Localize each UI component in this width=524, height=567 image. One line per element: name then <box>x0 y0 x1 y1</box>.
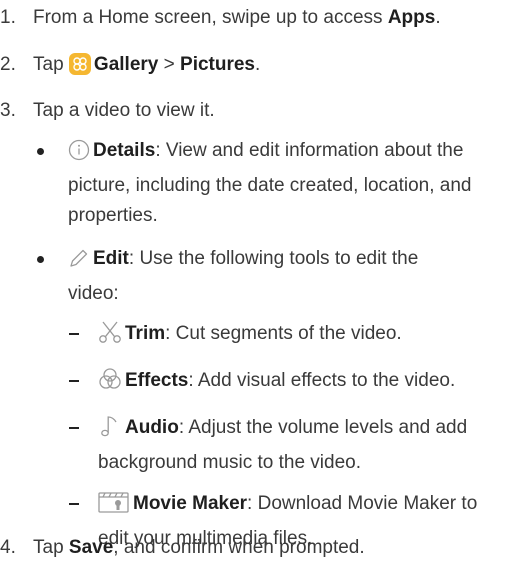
apps-label: Apps <box>387 7 436 28</box>
step-text: Tap Gallery > Pictures. <box>33 50 260 85</box>
bullet-dot <box>37 148 44 155</box>
step-text-plain: From a Home screen, swipe up to access <box>33 7 388 28</box>
music-note-icon <box>98 414 122 448</box>
bullet-line: video: <box>68 283 119 304</box>
subitem-text: Effects: Add visual effects to the video… <box>98 366 522 401</box>
subitem-text: Trim: Cut segments of the video. <box>98 319 522 354</box>
step-text: From a Home screen, swipe up to access A… <box>33 3 441 33</box>
gallery-icon <box>68 53 91 85</box>
bullet-text: Edit: Use the following tools to edit th… <box>68 244 520 309</box>
subitem-line: : Adjust the volume levels and add <box>178 417 468 438</box>
step-text-plain: Tap <box>33 537 69 558</box>
subitem-line: background music to the video. <box>98 452 361 473</box>
effects-icon <box>98 367 122 401</box>
gallery-label: Gallery <box>93 54 159 75</box>
info-icon <box>68 139 90 171</box>
step-text-period: . <box>435 7 441 28</box>
subitem-line: : Cut segments of the video. <box>165 323 402 344</box>
audio-label: Audio <box>125 417 179 438</box>
step-text: Tap a video to view it. <box>33 100 215 121</box>
bullet-text: Details: View and edit information about… <box>68 136 520 231</box>
step-text-plain: Tap <box>33 54 69 75</box>
bullet-line: : Use the following tools to edit the <box>128 248 419 269</box>
instructions-page: 1. From a Home screen, swipe up to acces… <box>0 0 524 567</box>
step-text-rest: , and confirm when prompted. <box>113 537 365 558</box>
subitem-line: : Download Movie Maker to <box>247 493 478 514</box>
trim-label: Trim <box>125 323 166 344</box>
dash-marker <box>69 427 79 429</box>
effects-label: Effects <box>125 370 189 391</box>
movie-maker-label: Movie Maker <box>133 493 248 514</box>
save-label: Save <box>68 537 114 558</box>
pictures-label: Pictures <box>180 54 255 75</box>
movie-maker-icon <box>98 490 130 524</box>
step-number: 3. <box>0 100 16 121</box>
breadcrumb-separator: > <box>158 54 181 75</box>
pencil-icon <box>68 247 90 279</box>
scissors-icon <box>98 320 122 354</box>
step-number: 4. <box>0 537 16 558</box>
subitem-text: Audio: Adjust the volume levels and add … <box>98 413 522 478</box>
dash-marker <box>69 380 79 382</box>
step-text-period: . <box>255 54 261 75</box>
subitem-line: : Add visual effects to the video. <box>188 370 456 391</box>
bullet-line: : View and edit information about the <box>155 140 464 161</box>
bullet-line: properties. <box>68 205 158 226</box>
edit-label: Edit <box>93 248 129 269</box>
bullet-line: picture, including the date created, loc… <box>68 175 472 196</box>
step-text: Tap Save, and confirm when prompted. <box>33 533 365 563</box>
step-number: 1. <box>0 7 16 28</box>
details-label: Details <box>93 140 156 161</box>
bullet-dot <box>37 256 44 263</box>
step-number: 2. <box>0 54 16 75</box>
dash-marker <box>69 503 79 505</box>
dash-marker <box>69 333 79 335</box>
